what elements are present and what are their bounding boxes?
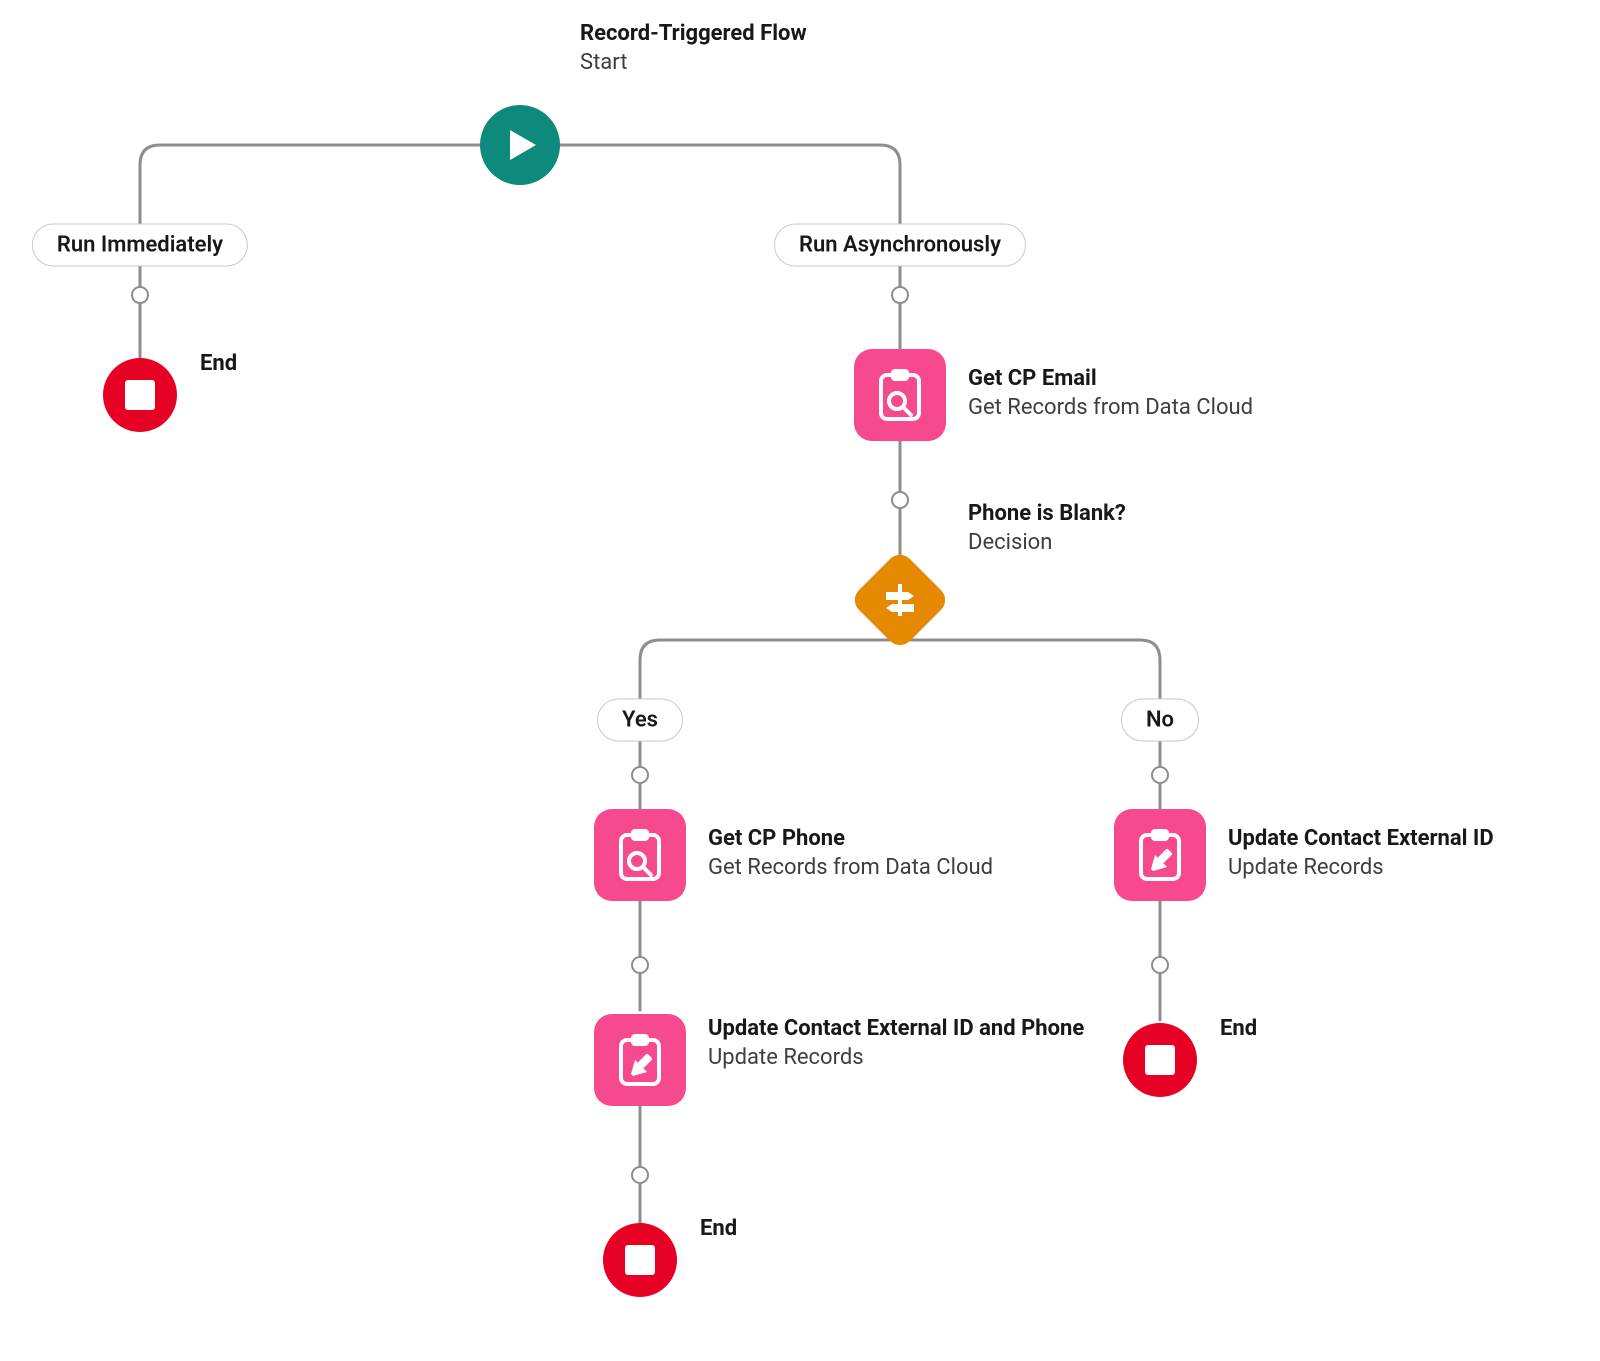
add-step-dot[interactable] [1151,956,1169,974]
end-label-3: End [1220,1015,1257,1044]
start-title: Record-Triggered Flow [580,20,807,49]
end-label-1: End [200,350,237,379]
add-step-dot[interactable] [631,1166,649,1184]
action-update-contact-ext[interactable] [1114,809,1206,901]
action-get-cp-email[interactable] [854,349,946,441]
action-update-contact-phone[interactable] [594,1014,686,1106]
branch-run-immediately[interactable]: Run Immediately [32,224,248,267]
clipboard-search-icon [615,827,665,883]
decision-label: Phone is Blank? Decision [968,500,1126,557]
branch-run-async[interactable]: Run Asynchronously [774,224,1026,267]
decision-phone-blank[interactable] [852,552,948,648]
play-icon [480,105,560,185]
update-contact-ext-label: Update Contact External ID Update Record… [1228,825,1494,882]
action-get-cp-phone[interactable] [594,809,686,901]
branch-yes[interactable]: Yes [597,699,683,742]
end-label-2: End [700,1215,737,1244]
signpost-icon [882,582,918,618]
start-sub: Start [580,49,807,78]
add-step-dot[interactable] [891,286,909,304]
add-step-dot[interactable] [891,491,909,509]
start-label: Record-Triggered Flow Start [580,20,807,77]
add-step-dot[interactable] [631,956,649,974]
stop-icon [125,380,155,410]
clipboard-search-icon [875,367,925,423]
add-step-dot[interactable] [1151,766,1169,784]
get-cp-email-label: Get CP Email Get Records from Data Cloud [968,365,1253,422]
end-node-2[interactable] [603,1223,677,1297]
clipboard-edit-icon [615,1032,665,1088]
clipboard-edit-icon [1135,827,1185,883]
get-cp-phone-label: Get CP Phone Get Records from Data Cloud [708,825,993,882]
stop-icon [625,1245,655,1275]
add-step-dot[interactable] [131,286,149,304]
stop-icon [1145,1045,1175,1075]
connector-lines [0,0,1600,1361]
end-node-3[interactable] [1123,1023,1197,1097]
start-node[interactable] [480,105,560,185]
end-node-1[interactable] [103,358,177,432]
add-step-dot[interactable] [631,766,649,784]
flow-canvas: Record-Triggered Flow Start Run Immediat… [0,0,1600,1361]
update-contact-phone-label: Update Contact External ID and Phone Upd… [708,1015,1084,1072]
branch-no[interactable]: No [1121,699,1199,742]
